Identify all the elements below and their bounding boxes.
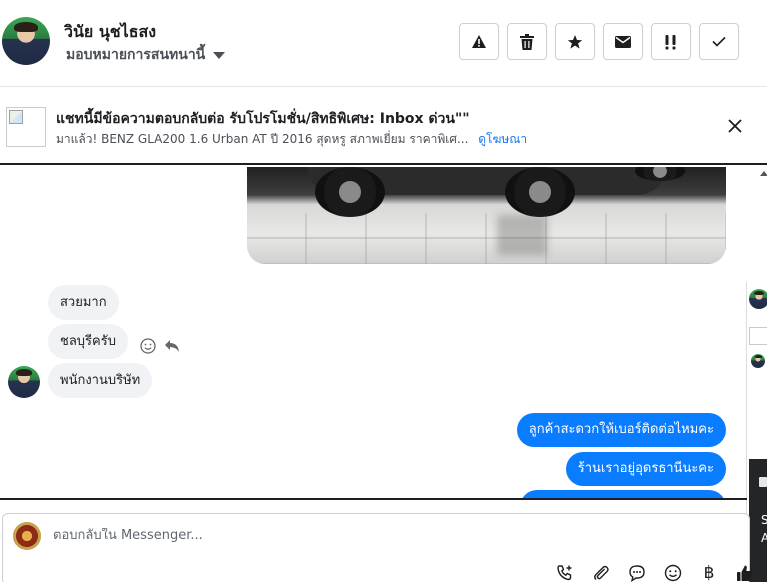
caret-down-icon [213,51,226,59]
warning-icon [472,35,486,48]
incoming-message[interactable]: พนักงานบริษัท [48,363,153,398]
outgoing-message[interactable]: ร้านเราอยู่อุดรธานีนะคะ [565,452,726,486]
star-button[interactable] [555,23,595,60]
ad-context-banner: แชทนี้มีข้อความตอบกลับต่อ รับโปรโมชั่น/ส… [0,88,767,165]
mail-icon [615,35,631,48]
peek-thumbnail [749,327,767,345]
reply-input[interactable] [53,528,653,543]
add-call-button[interactable] [547,562,583,582]
contact-avatar-small [8,366,40,398]
reply-composer: ฿ [2,513,753,582]
inbox-conversation-view: วินัย นุชไธสง มอบหมายการสนทนานี้ แชทนี้ม… [0,0,767,582]
saved-reply-button[interactable] [619,562,655,582]
peek-avatar [749,289,767,309]
assign-conversation-dropdown[interactable]: มอบหมายการสนทนานี้ [66,44,226,66]
assign-label: มอบหมายการสนทนานี้ [66,47,206,63]
like-button[interactable] [727,562,763,582]
view-ad-link[interactable]: ดูโฆษณา [478,132,527,146]
ad-thumbnail[interactable] [6,107,46,147]
attach-button[interactable] [583,562,619,582]
payment-icon[interactable]: ฿ [691,562,727,582]
conversation-toolbar [459,23,739,60]
composer-tools: ฿ [547,562,763,582]
important-icon [665,34,676,49]
saved-reply-icon [629,565,645,582]
mark-done-button[interactable] [699,23,739,60]
page-avatar [13,522,41,550]
attachment-icon [594,565,609,580]
like-icon [737,565,753,581]
car-photo-attachment[interactable] [247,167,726,264]
peek-avatar-small [751,354,765,368]
trash-icon [520,33,534,50]
spam-button[interactable] [459,23,499,60]
incoming-message[interactable]: ชลบุรีครับ [48,324,128,359]
close-icon[interactable] [725,116,745,136]
check-icon [712,36,726,47]
mark-follow-up-button[interactable] [651,23,691,60]
delete-button[interactable] [507,23,547,60]
contact-name[interactable]: วินัย นุชไธสง [64,20,156,45]
message-actions [140,338,180,354]
outgoing-message[interactable]: ลูกค้าสะดวกให้เบอร์ติดต่อไหมคะ [516,413,726,447]
ad-title: แชทนี้มีข้อความตอบกลับต่อ รับโปรโมชั่น/ส… [56,111,470,127]
popover-icon [759,477,767,487]
add-call-icon [557,565,572,581]
popover-text-2: A [761,531,767,545]
contact-avatar[interactable] [2,17,50,65]
emoji-icon [664,564,682,582]
react-emoji-icon[interactable] [140,338,156,354]
conversation-header: วินัย นุชไธสง มอบหมายการสนทนานี้ [0,0,767,87]
star-icon [567,34,583,49]
reply-icon[interactable] [164,339,180,353]
ad-description: มาแล้ว! BENZ GLA200 1.6 Urban AT ปี 2016… [56,132,469,146]
composer-divider [0,498,747,500]
popover-text-1: S [761,513,767,527]
outgoing-message-partial[interactable] [520,490,726,498]
message-thread[interactable]: สวยมาก ชลบุรีครับ พนักงานบริษัท ลูกค้าสะ… [0,167,757,498]
mark-unread-button[interactable] [603,23,643,60]
scroll-up-arrow-icon[interactable] [760,171,767,176]
ad-subtitle: มาแล้ว! BENZ GLA200 1.6 Urban AT ปี 2016… [56,130,527,149]
incoming-message[interactable]: สวยมาก [48,285,119,320]
emoji-button[interactable] [655,562,691,582]
